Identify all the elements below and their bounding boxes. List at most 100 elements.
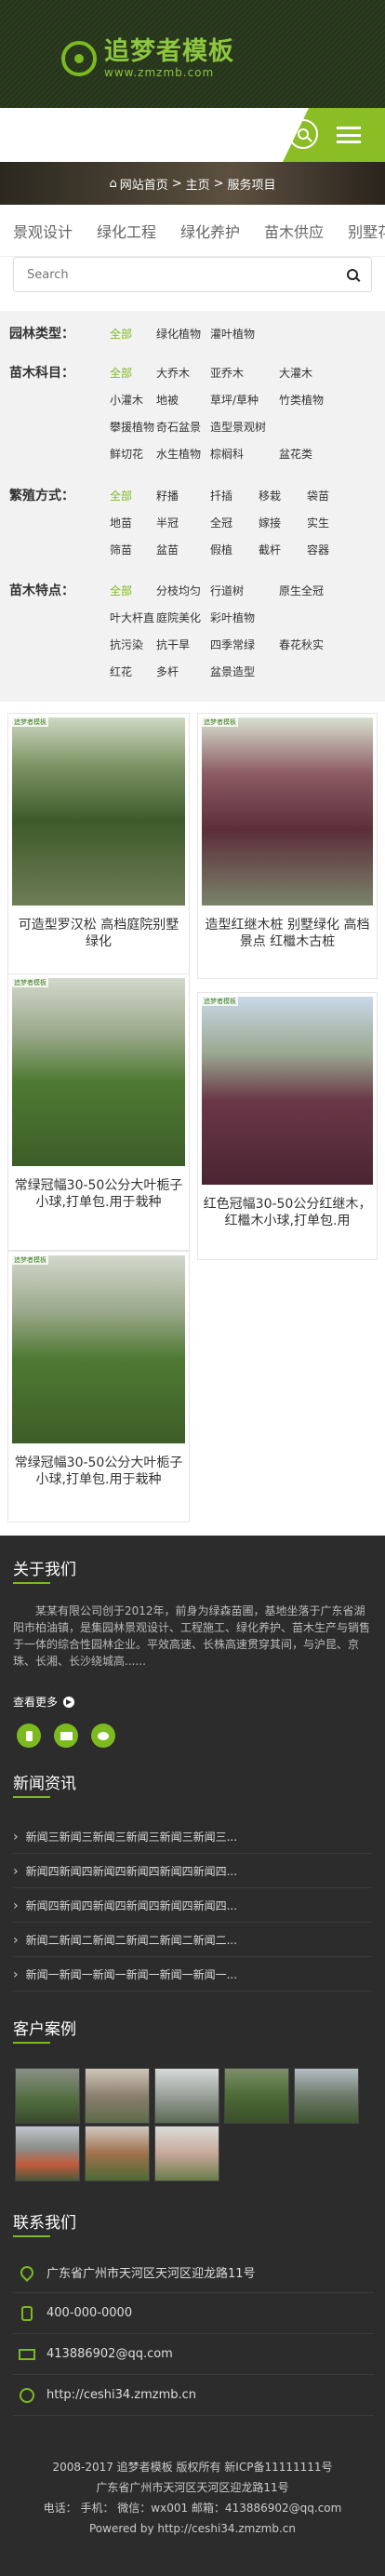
filter-option[interactable]: 全部 — [110, 365, 132, 381]
filter-option[interactable]: 嫁接 — [259, 515, 281, 530]
powered-by[interactable]: Powered by http://ceshi34.zmzmb.cn — [0, 2518, 385, 2539]
filter-option[interactable]: 原生全冠 — [279, 583, 324, 598]
news-item[interactable]: 新闻四新闻四新闻四新闻四新闻四新闻四... — [13, 1855, 372, 1888]
contact-email[interactable]: 413886902@qq.com — [13, 2334, 374, 2375]
breadcrumb-level2[interactable]: 服务项目 — [228, 175, 276, 193]
product-card[interactable]: 追梦者模板 红色冠幅30-50公分红继木，红檵木小球,打单包.用 — [197, 992, 378, 1260]
product-image — [200, 716, 375, 907]
news-item[interactable]: 新闻三新闻三新闻三新闻三新闻三新闻三... — [13, 1820, 372, 1854]
tab-landscape-design[interactable]: 景观设计 — [13, 220, 73, 242]
news-item[interactable]: 新闻四新闻四新闻四新闻四新闻四新闻四... — [13, 1889, 372, 1923]
filter-option[interactable]: 水生植物 — [156, 446, 201, 462]
product-card[interactable]: 追梦者模板 造型红继木桩 别墅绿化 高档景点 红檵木古桩 — [197, 713, 378, 979]
news-item[interactable]: 新闻一新闻一新闻一新闻一新闻一新闻一... — [13, 1958, 372, 1992]
case-image[interactable] — [294, 2068, 359, 2124]
filter-option[interactable]: 奇石盆景 — [156, 419, 201, 435]
filter-option[interactable]: 半冠 — [156, 515, 179, 530]
filter-option[interactable]: 盆景造型 — [210, 664, 255, 679]
filter-option[interactable]: 地苗 — [110, 515, 132, 530]
footer-area — [0, 1536, 385, 2576]
filter-option[interactable]: 筛苗 — [110, 542, 132, 557]
filter-option[interactable]: 四季常绿 — [210, 637, 255, 652]
product-image — [200, 995, 375, 1187]
product-card[interactable]: 追梦者模板 可造型罗汉松 高档庭院别墅绿化 — [7, 713, 190, 979]
case-image[interactable] — [154, 2126, 219, 2181]
filter-option[interactable]: 全部 — [110, 583, 132, 598]
filter-option[interactable]: 假植 — [210, 542, 232, 557]
case-image[interactable] — [15, 2126, 80, 2181]
globe-icon — [20, 2387, 34, 2403]
filter-option[interactable]: 行道树 — [210, 583, 244, 598]
filter-option[interactable]: 鲜切花 — [110, 446, 143, 462]
logo-url: www.zmzmb.com — [104, 66, 215, 79]
menu-button[interactable] — [337, 127, 361, 143]
filter-option[interactable]: 大乔木 — [156, 365, 190, 381]
case-image[interactable] — [85, 2068, 150, 2124]
filter-option[interactable]: 全部 — [110, 488, 132, 503]
more-link[interactable]: 查看更多 — [13, 1694, 75, 1710]
filter-option[interactable]: 小灌木 — [110, 392, 143, 408]
filter-option[interactable]: 抗干旱 — [156, 637, 190, 652]
news-item[interactable]: 新闻二新闻二新闻二新闻二新闻二新闻二... — [13, 1924, 372, 1957]
filter-option[interactable]: 攀援植物 — [110, 419, 154, 435]
filter-option[interactable]: 盆苗 — [156, 542, 179, 557]
product-caption: 常绿冠幅30-50公分大叶栀子小球,打单包.用于栽种 — [14, 1178, 183, 1210]
filter-option[interactable]: 叶大杆直 — [110, 610, 154, 625]
filter-option[interactable]: 全部 — [110, 326, 132, 342]
filter-option[interactable]: 分枝均匀 — [156, 583, 201, 598]
search-toggle-button[interactable] — [288, 119, 318, 149]
filter-option[interactable]: 红花 — [110, 664, 132, 679]
filter-option[interactable]: 彩叶植物 — [210, 610, 255, 625]
filter-option[interactable]: 袋苗 — [307, 488, 329, 503]
case-image[interactable] — [85, 2126, 150, 2181]
filter-option[interactable]: 棕榈科 — [210, 446, 244, 462]
filter-label: 苗木特点： — [9, 584, 74, 598]
filter-option[interactable]: 竹类植物 — [279, 392, 324, 408]
filter-option[interactable]: 实生 — [307, 515, 329, 530]
filter-option[interactable]: 全冠 — [210, 515, 232, 530]
filter-option[interactable]: 造型景观树 — [210, 419, 266, 435]
tab-seedling-supply[interactable]: 苗木供应 — [264, 220, 324, 242]
search-input[interactable] — [27, 267, 347, 282]
filter-option[interactable]: 草坪/草种 — [210, 392, 259, 408]
contact-title: 联系我们 — [13, 2214, 76, 2233]
tab-greening-project[interactable]: 绿化工程 — [97, 220, 156, 242]
phone-social-icon[interactable] — [17, 1724, 41, 1748]
filter-option[interactable]: 庭院美化 — [156, 610, 201, 625]
logo[interactable]: 追梦者模板 www.zmzmb.com — [61, 37, 331, 80]
filter-option[interactable]: 亚乔木 — [210, 365, 244, 381]
breadcrumb-level1[interactable]: 主页 — [186, 175, 210, 193]
filter-option[interactable]: 截杆 — [259, 542, 281, 557]
filter-option[interactable]: 春花秋实 — [279, 637, 324, 652]
wechat-social-icon[interactable] — [91, 1724, 115, 1748]
contact-web[interactable]: http://ceshi34.zmzmb.cn — [13, 2375, 374, 2416]
filter-option[interactable]: 扦插 — [210, 488, 232, 503]
footer-address: 广东省广州市天河区天河区迎龙路11号 — [96, 2481, 289, 2494]
case-image[interactable] — [154, 2068, 219, 2124]
copyright: 2008-2017 追梦者模板 版权所有 新ICP备11111111号 广东省广… — [0, 2457, 385, 2539]
news-title: 新闻资讯 — [13, 1775, 76, 1793]
tab-greening-maintenance[interactable]: 绿化养护 — [180, 220, 240, 242]
mail-social-icon[interactable] — [54, 1724, 78, 1748]
logo-mark — [61, 41, 97, 76]
filter-option[interactable]: 大灌木 — [279, 365, 312, 381]
filter-option[interactable]: 移栽 — [259, 488, 281, 503]
filter-option[interactable]: 籽播 — [156, 488, 179, 503]
filter-option[interactable]: 抗污染 — [110, 637, 143, 652]
filter-option[interactable]: 盆花类 — [279, 446, 312, 462]
case-image[interactable] — [15, 2068, 80, 2124]
case-image[interactable] — [224, 2068, 289, 2124]
search-icon[interactable] — [347, 269, 358, 280]
contact-address: 广东省广州市天河区天河区迎龙路11号 — [13, 2252, 374, 2293]
filter-option[interactable]: 绿化植物 — [156, 326, 201, 342]
filter-option[interactable]: 容器 — [307, 542, 329, 557]
product-card[interactable]: 追梦者模板 常绿冠幅30-50公分大叶栀子小球,打单包.用于栽种 — [7, 1251, 190, 1523]
filter-option[interactable]: 多杆 — [156, 664, 179, 679]
filter-option[interactable]: 灌叶植物 — [210, 326, 255, 342]
product-card[interactable]: 追梦者模板 常绿冠幅30-50公分大叶栀子小球,打单包.用于栽种 — [7, 973, 190, 1251]
breadcrumb-home[interactable]: 网站首页 — [120, 175, 168, 193]
breadcrumb: ⌂ 网站首页 > 主页 > 服务项目 — [0, 162, 385, 205]
tab-villa-garden[interactable]: 别墅花园 — [348, 220, 385, 242]
filter-option[interactable]: 地被 — [156, 392, 179, 408]
contact-tel[interactable]: 400-000-0000 — [13, 2293, 374, 2334]
